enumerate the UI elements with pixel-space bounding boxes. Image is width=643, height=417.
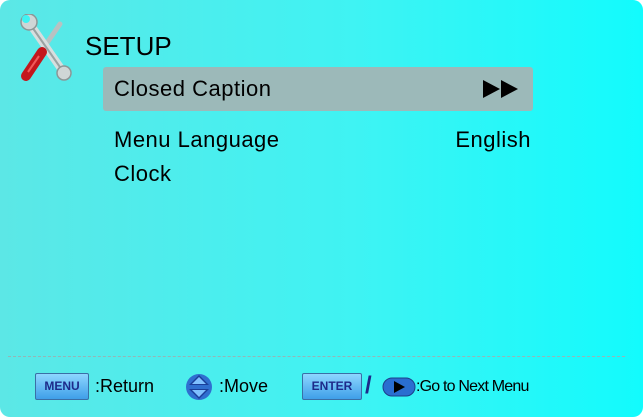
menu-item-value: English — [455, 127, 531, 152]
wrench-screwdriver-icon — [20, 14, 72, 81]
move-hint: :Move — [219, 376, 269, 396]
next-menu-hint: :Go to Next Menu — [416, 378, 529, 395]
footer-help-bar: MENU :Return :Move ENTER / :Go to Next M… — [35, 372, 635, 402]
menu-key-icon: MENU — [35, 373, 89, 400]
return-hint: :Return — [95, 376, 155, 396]
setup-screen: SETUP Closed Caption Menu Language Engli… — [0, 0, 643, 417]
menu-item-clock[interactable]: Clock — [103, 152, 533, 196]
menu-item-label: Menu Language — [114, 127, 280, 152]
enter-key-icon: ENTER — [302, 373, 362, 400]
up-down-arrows-icon — [186, 374, 212, 400]
menu-item-label: Clock — [114, 161, 172, 186]
menu-item-label: Closed Caption — [114, 76, 272, 101]
page-title: SETUP — [85, 31, 172, 61]
menu-item-closed-caption[interactable]: Closed Caption — [103, 67, 533, 111]
right-arrow-button-icon — [382, 377, 416, 397]
key-separator: / — [365, 372, 372, 399]
footer-divider — [8, 356, 625, 357]
forward-arrows-icon — [483, 80, 518, 98]
